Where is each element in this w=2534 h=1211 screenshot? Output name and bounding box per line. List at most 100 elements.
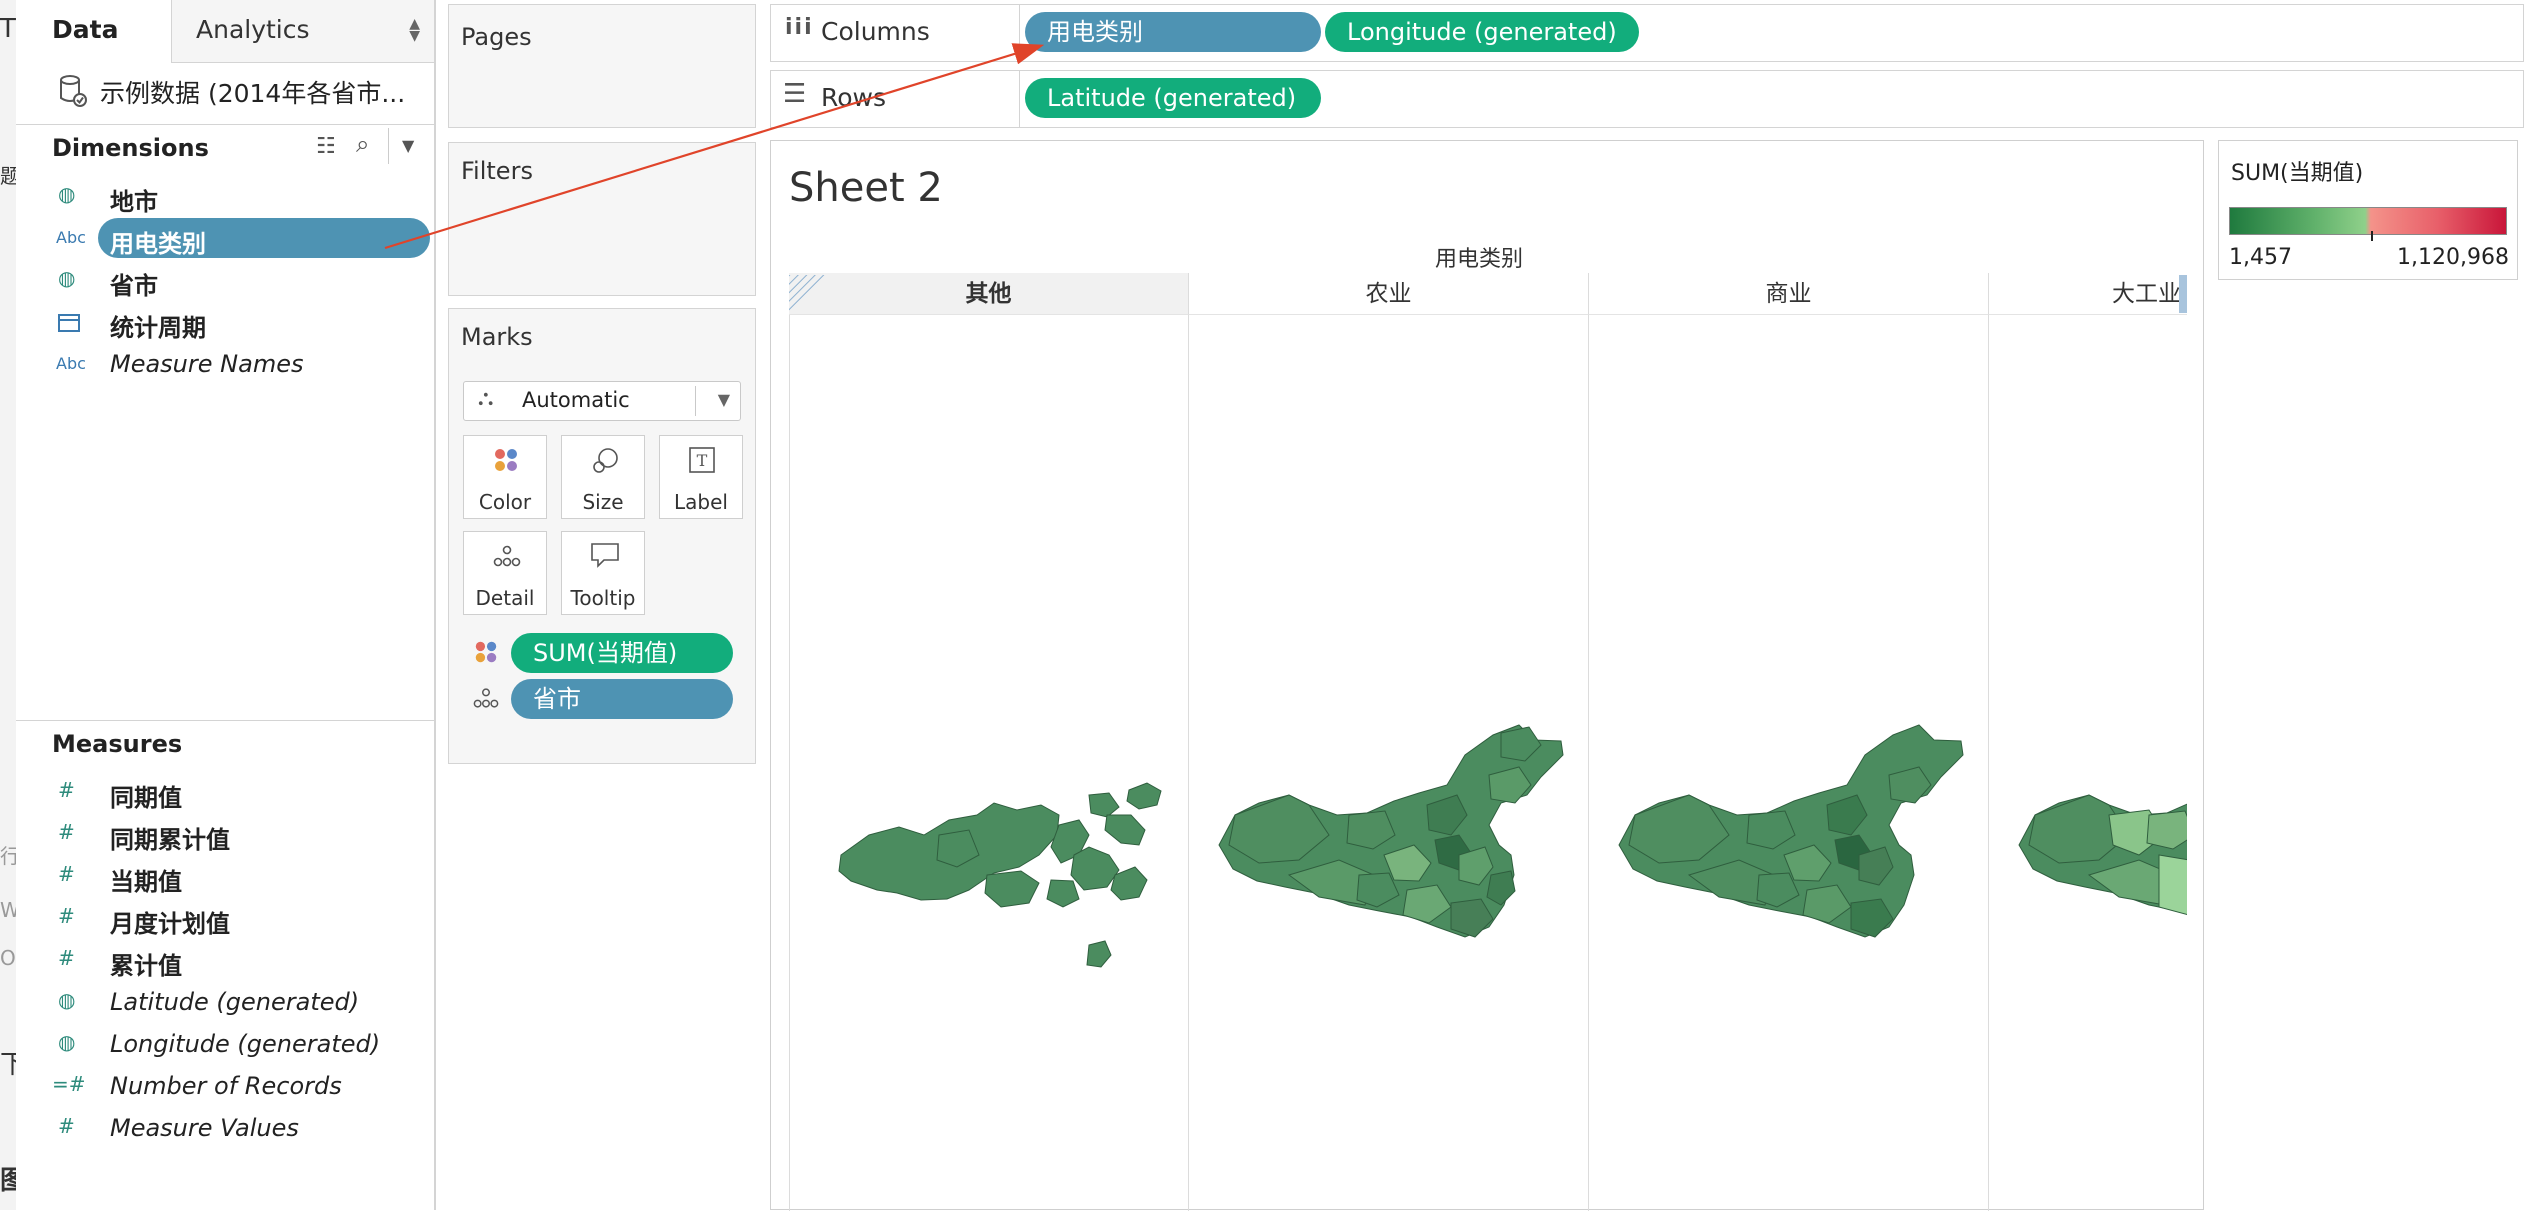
- worksheet-view: Sheet 2 用电类别 其他 农业 商业 大工业: [770, 140, 2204, 1211]
- color-icon: [495, 449, 517, 471]
- filters-title: Filters: [461, 157, 533, 185]
- measure-field[interactable]: # 当期值: [16, 856, 434, 898]
- legend-center-tick: [2371, 231, 2373, 241]
- globe-icon: ◍: [58, 266, 76, 290]
- field-label: 当期值: [110, 868, 182, 896]
- marks-card: Marks ⛬ Automatic ▼ Color Size T Label D…: [448, 308, 756, 764]
- column-header-1[interactable]: 农业: [1189, 273, 1589, 315]
- dimension-field[interactable]: ◍ 省市: [16, 260, 434, 302]
- hash-icon: #: [58, 904, 75, 928]
- background-window-edge: T 题 行 W O 下 图: [0, 0, 17, 1210]
- field-label: 累计值: [110, 952, 182, 980]
- hash-icon: #: [58, 946, 75, 970]
- measure-field[interactable]: # Measure Values: [16, 1108, 434, 1150]
- columns-label: Columns: [821, 17, 930, 46]
- sheet-title[interactable]: Sheet 2: [789, 165, 943, 211]
- columns-shelf[interactable]: iii Columns 用电类别 Longitude (generated): [770, 4, 2524, 62]
- hash-icon: #: [58, 820, 75, 844]
- column-header-0[interactable]: 其他: [789, 273, 1189, 315]
- label-button[interactable]: T Label: [659, 435, 743, 519]
- mark-type-value: Automatic: [522, 388, 630, 412]
- color-button[interactable]: Color: [463, 435, 547, 519]
- measures-title: Measures: [52, 730, 183, 758]
- pane-divider[interactable]: [16, 720, 434, 721]
- column-pill[interactable]: Longitude (generated): [1325, 12, 1639, 52]
- rows-label: Rows: [821, 83, 887, 112]
- marks-title: Marks: [461, 323, 533, 351]
- detail-pill[interactable]: 省市: [511, 679, 733, 719]
- detail-button[interactable]: Detail: [463, 531, 547, 615]
- tooltip-button[interactable]: Tooltip: [561, 531, 645, 615]
- detail-icon: [493, 545, 521, 567]
- edge-glyph: W: [0, 898, 16, 922]
- dimension-field[interactable]: ◍ 地市: [16, 176, 434, 218]
- measure-field[interactable]: # 同期值: [16, 772, 434, 814]
- field-label: 同期累计值: [110, 826, 230, 854]
- scroll-marker: [2179, 275, 2187, 313]
- tooltip-icon: [591, 543, 619, 568]
- map-industry[interactable]: [2018, 725, 2187, 937]
- edge-glyph: 图: [0, 1166, 16, 1196]
- filters-card[interactable]: Filters: [448, 142, 756, 296]
- edge-glyph: 行: [0, 844, 16, 868]
- edge-glyph: O: [0, 946, 16, 970]
- rows-shelf[interactable]: ☰ Rows Latitude (generated): [770, 70, 2524, 128]
- columns-icon: iii: [785, 15, 814, 40]
- color-icon: [475, 641, 497, 663]
- mark-button-label: Size: [582, 490, 624, 514]
- abc-icon: Abc: [56, 354, 86, 373]
- pages-card[interactable]: Pages: [448, 4, 756, 128]
- color-legend[interactable]: SUM(当期值) 1,457 1,120,968: [2218, 140, 2518, 280]
- measure-field[interactable]: ◍ Latitude (generated): [16, 982, 434, 1024]
- tab-scroll-icon[interactable]: ▲ ▼: [409, 17, 420, 43]
- legend-max: 1,120,968: [2397, 245, 2509, 270]
- detail-icon: [473, 688, 499, 708]
- hash-icon: #: [58, 778, 75, 802]
- mark-button-label: Label: [674, 490, 728, 514]
- chevron-down-icon: ▼: [717, 390, 730, 409]
- tab-analytics[interactable]: Analytics: [196, 0, 310, 62]
- svg-text:T: T: [697, 451, 708, 470]
- row-pill[interactable]: Latitude (generated): [1025, 78, 1321, 118]
- chevron-down-icon[interactable]: ▼: [402, 136, 414, 155]
- legend-gradient: [2229, 207, 2507, 235]
- header-corner-marker: [789, 275, 827, 313]
- mark-button-label: Detail: [475, 586, 535, 610]
- map-icon: ⛬: [478, 386, 494, 411]
- measure-field[interactable]: ◍ Longitude (generated): [16, 1024, 434, 1066]
- dimension-field[interactable]: Abc Measure Names: [16, 344, 434, 386]
- map-other[interactable]: [838, 782, 1162, 968]
- datasource-row[interactable]: 示例数据 (2014年各省市...: [16, 62, 434, 125]
- hash-icon: #: [58, 862, 75, 886]
- measure-field[interactable]: # 同期累计值: [16, 814, 434, 856]
- globe-icon: ◍: [58, 1030, 76, 1054]
- measure-field[interactable]: # 月度计划值: [16, 898, 434, 940]
- mark-type-dropdown[interactable]: ⛬ Automatic ▼: [463, 381, 741, 421]
- dimension-field[interactable]: 统计周期: [16, 302, 434, 344]
- datasource-name: 示例数据 (2014年各省市...: [100, 79, 406, 108]
- datasource-icon: [60, 75, 87, 107]
- map-commerce[interactable]: [1618, 724, 1964, 938]
- column-group-header: 用电类别: [1434, 247, 1523, 272]
- measure-field[interactable]: =# Number of Records: [16, 1066, 434, 1108]
- color-pill[interactable]: SUM(当期值): [511, 633, 733, 673]
- edge-glyph: 下: [0, 1050, 16, 1080]
- label-icon: T: [689, 447, 715, 473]
- field-label: 月度计划值: [110, 910, 230, 938]
- measure-field[interactable]: # 累计值: [16, 940, 434, 982]
- dimension-field-selected[interactable]: Abc 用电类别: [16, 218, 434, 260]
- tab-data[interactable]: Data: [16, 0, 172, 63]
- field-label: Measure Names: [110, 350, 304, 378]
- view-toggle-icon[interactable]: ☷: [316, 134, 336, 159]
- map-agriculture[interactable]: [1218, 724, 1564, 938]
- size-icon: [593, 448, 618, 473]
- field-label: 用电类别: [110, 230, 206, 258]
- size-button[interactable]: Size: [561, 435, 645, 519]
- legend-title: SUM(当期值): [2231, 161, 2364, 186]
- column-header-2[interactable]: 商业: [1589, 273, 1989, 315]
- search-icon[interactable]: ⌕: [356, 130, 369, 158]
- column-header-3[interactable]: 大工业: [1989, 273, 2187, 315]
- field-label: 统计周期: [110, 314, 206, 342]
- column-pill[interactable]: 用电类别: [1025, 12, 1321, 52]
- dimensions-title: Dimensions: [52, 134, 209, 162]
